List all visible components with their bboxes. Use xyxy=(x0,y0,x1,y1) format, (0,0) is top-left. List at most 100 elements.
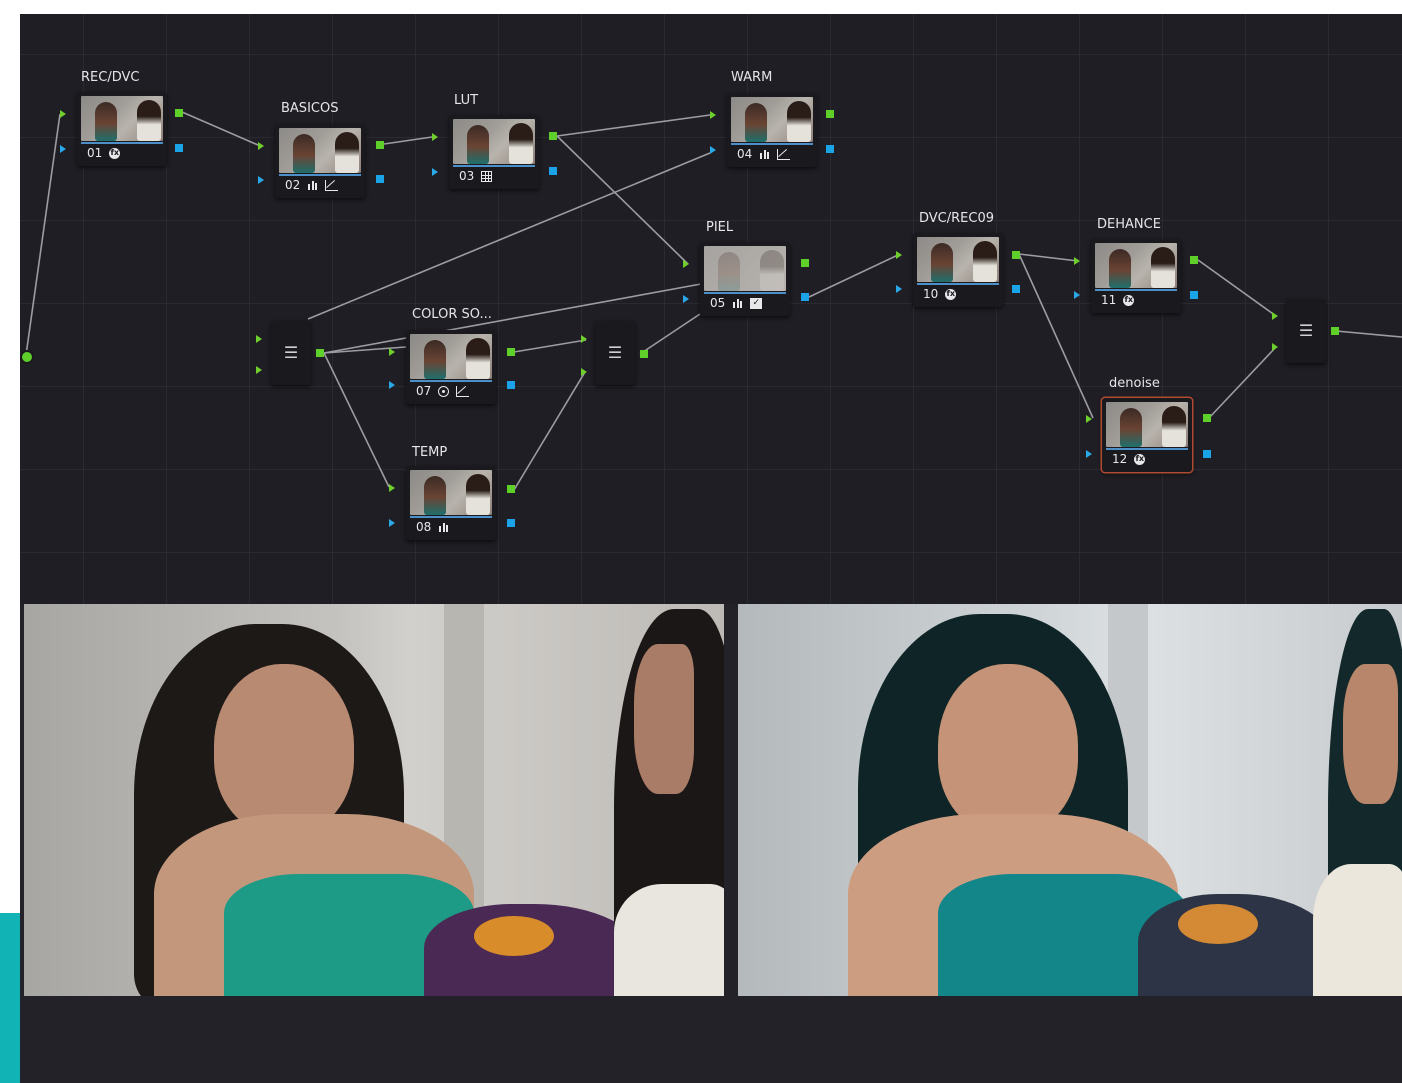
key-input-12[interactable] xyxy=(1086,450,1092,458)
key-input-08[interactable] xyxy=(389,519,395,527)
layer-mixer-3[interactable]: ☰ xyxy=(1286,299,1326,363)
wire-m3-out xyxy=(1335,330,1402,338)
node-thumbnail xyxy=(410,470,492,515)
rgb-output-03[interactable] xyxy=(549,132,557,140)
key-input-03[interactable] xyxy=(432,168,438,176)
rgb-input-12[interactable] xyxy=(1086,415,1092,423)
key-input-10[interactable] xyxy=(896,285,902,293)
node-number: 05 xyxy=(710,296,726,310)
rgb-input-08[interactable] xyxy=(389,484,395,492)
key-output-07[interactable] xyxy=(507,381,515,389)
curve-icon xyxy=(325,179,339,191)
mixer3-input-1[interactable] xyxy=(1272,312,1278,320)
node-04[interactable]: 04 xyxy=(727,93,817,167)
node-graph[interactable]: REC/DVC 01 fx BASICOS 02 LUT 03 WARM 04 … xyxy=(20,14,1402,604)
bars-icon xyxy=(307,180,318,190)
source-input-port[interactable] xyxy=(20,350,34,364)
node-thumbnail xyxy=(731,97,813,142)
key-input-02[interactable] xyxy=(258,176,264,184)
rgb-input-01[interactable] xyxy=(60,110,66,118)
wire-05-10 xyxy=(808,254,899,298)
key-output-03[interactable] xyxy=(549,167,557,175)
node-08[interactable]: 08 xyxy=(406,466,496,540)
rgb-input-02[interactable] xyxy=(258,142,264,150)
mixer1-input-2[interactable] xyxy=(256,366,262,374)
wire-12-m3 xyxy=(1208,346,1277,419)
mixer1-input-1[interactable] xyxy=(256,335,262,343)
node-02[interactable]: 02 xyxy=(275,124,365,198)
rgb-input-07[interactable] xyxy=(389,348,395,356)
node-12[interactable]: 12 fx xyxy=(1102,398,1192,472)
wire-m2-05 xyxy=(639,313,701,355)
fx-icon: fx xyxy=(1123,294,1135,306)
node-label-03: LUT xyxy=(454,93,479,108)
node-number: 11 xyxy=(1101,293,1117,307)
viewer-after xyxy=(738,604,1402,996)
mixer3-output[interactable] xyxy=(1331,327,1339,335)
node-10[interactable]: 10 fx xyxy=(913,233,1003,307)
node-03[interactable]: 03 xyxy=(449,115,539,189)
node-thumbnail xyxy=(410,334,492,379)
node-number: 07 xyxy=(416,384,432,398)
key-output-12[interactable] xyxy=(1203,450,1211,458)
wire-m1-05 xyxy=(323,283,702,354)
key-input-01[interactable] xyxy=(60,145,66,153)
rgb-output-11[interactable] xyxy=(1190,256,1198,264)
wire-03-05 xyxy=(556,135,689,265)
rgb-output-12[interactable] xyxy=(1203,414,1211,422)
node-label-07: COLOR SO... xyxy=(412,307,492,322)
rgb-output-10[interactable] xyxy=(1012,251,1020,259)
mixer2-input-1[interactable] xyxy=(581,335,587,343)
node-number: 08 xyxy=(416,520,432,534)
node-thumbnail xyxy=(1106,402,1188,447)
fx-icon: fx xyxy=(945,288,957,300)
node-label-05: PIEL xyxy=(706,220,734,235)
rgb-input-05[interactable] xyxy=(683,260,689,268)
wire-07-m2 xyxy=(513,339,587,353)
key-input-07[interactable] xyxy=(389,381,395,389)
node-11[interactable]: 11 fx xyxy=(1091,239,1181,313)
layer-mixer-1[interactable]: ☰ xyxy=(271,321,311,385)
mixer2-output[interactable] xyxy=(640,350,648,358)
mixer3-input-2[interactable] xyxy=(1272,343,1278,351)
node-label-12: denoise xyxy=(1109,376,1160,391)
rgb-input-03[interactable] xyxy=(432,133,438,141)
key-output-04[interactable] xyxy=(826,145,834,153)
check-icon: ✓ xyxy=(750,297,763,309)
key-output-11[interactable] xyxy=(1190,291,1198,299)
layer-mixer-2[interactable]: ☰ xyxy=(595,321,635,385)
layers-icon: ☰ xyxy=(1298,321,1314,340)
rgb-output-02[interactable] xyxy=(376,141,384,149)
node-thumbnail xyxy=(917,237,999,282)
key-output-10[interactable] xyxy=(1012,285,1020,293)
grid-icon xyxy=(481,170,493,182)
rgb-output-05[interactable] xyxy=(801,259,809,267)
node-number: 10 xyxy=(923,287,939,301)
node-thumbnail xyxy=(279,128,361,173)
key-output-02[interactable] xyxy=(376,175,384,183)
key-output-05[interactable] xyxy=(801,293,809,301)
rgb-input-04[interactable] xyxy=(710,111,716,119)
key-output-01[interactable] xyxy=(175,144,183,152)
node-01[interactable]: 01 fx xyxy=(77,92,167,166)
key-input-04[interactable] xyxy=(710,146,716,154)
rgb-input-10[interactable] xyxy=(896,251,902,259)
rgb-output-08[interactable] xyxy=(507,485,515,493)
rgb-output-04[interactable] xyxy=(826,110,834,118)
key-input-11[interactable] xyxy=(1074,291,1080,299)
key-input-05[interactable] xyxy=(683,295,689,303)
key-output-08[interactable] xyxy=(507,519,515,527)
curve-icon xyxy=(777,148,791,160)
mixer2-input-2[interactable] xyxy=(581,368,587,376)
color-page-panel: REC/DVC 01 fx BASICOS 02 LUT 03 WARM 04 … xyxy=(20,14,1402,1083)
mixer1-output[interactable] xyxy=(316,349,324,357)
node-05[interactable]: 05 ✓ xyxy=(700,242,790,316)
rgb-output-01[interactable] xyxy=(175,109,183,117)
teal-accent-strip xyxy=(0,913,22,1083)
rgb-input-11[interactable] xyxy=(1074,257,1080,265)
node-label-10: DVC/REC09 xyxy=(919,211,994,226)
rgb-output-07[interactable] xyxy=(507,348,515,356)
node-07[interactable]: 07 xyxy=(406,330,496,404)
wire-03-04 xyxy=(556,114,711,137)
bars-icon xyxy=(732,298,743,308)
